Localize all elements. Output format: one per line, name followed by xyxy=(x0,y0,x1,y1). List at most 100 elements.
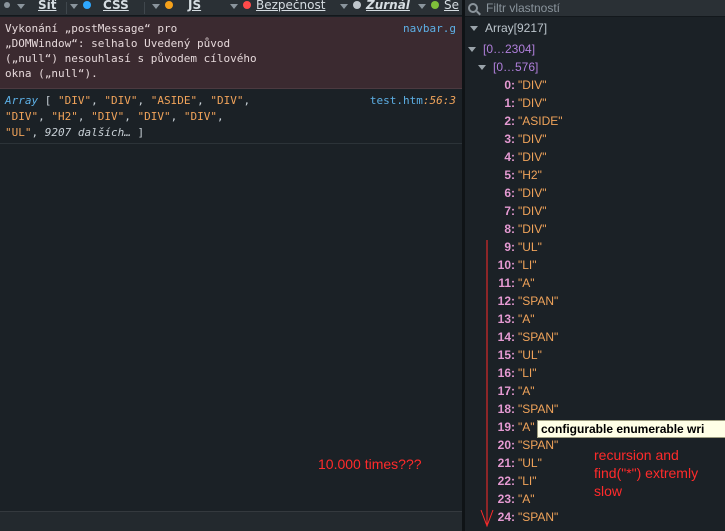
logging-icon xyxy=(353,1,361,9)
tab-css[interactable]: CSS xyxy=(70,0,129,12)
annotation-recursion: recursion and find("*") extremly slow xyxy=(594,447,699,499)
more-items-label[interactable]: 9207 dalších… xyxy=(45,126,131,139)
chevron-down-icon xyxy=(152,3,160,9)
tab-security[interactable]: Bezpečnost xyxy=(230,0,325,12)
array-item: "ASIDE" xyxy=(150,94,198,107)
toolbar-separator xyxy=(66,2,67,14)
expand-twisty-icon xyxy=(470,26,478,32)
log-source-file: test.htm xyxy=(369,94,423,107)
tree-range-node[interactable]: [0…2304] xyxy=(468,40,535,58)
property-row[interactable]: 23: "A" xyxy=(465,490,535,508)
property-value: "A" xyxy=(518,384,535,398)
property-row[interactable]: 22: "LI" xyxy=(465,472,537,490)
property-value: "H2" xyxy=(518,168,542,182)
log-source-link[interactable]: test.htm:56:3 xyxy=(370,93,456,109)
property-value: "SPAN" xyxy=(518,330,559,344)
property-value: "DIV" xyxy=(518,150,547,164)
console-log-message[interactable]: test.htm:56:3 Array [ "DIV", "DIV", "ASI… xyxy=(0,90,462,144)
array-item: "DIV" xyxy=(137,110,171,123)
expand-twisty-icon xyxy=(478,65,486,71)
array-item: "DIV" xyxy=(210,94,244,107)
property-row[interactable]: 11: "A" xyxy=(465,274,534,292)
property-value: "DIV" xyxy=(518,132,547,146)
chevron-down-icon xyxy=(70,3,78,9)
property-row[interactable]: 17: "A" xyxy=(465,382,535,400)
security-icon xyxy=(243,1,251,9)
log-source-line: :56:3 xyxy=(422,94,456,107)
property-value: "UL" xyxy=(518,456,542,470)
property-row[interactable]: 6: "DIV" xyxy=(465,184,547,202)
property-index: 2: xyxy=(504,114,515,128)
tab-label: CSS xyxy=(103,0,129,12)
property-row[interactable]: 19: "A" xyxy=(465,418,535,436)
property-row[interactable]: 10: "LI" xyxy=(465,256,537,274)
console-error-message: navbar.g Vykonání „postMessage“ pro „DOM… xyxy=(0,17,462,89)
property-row[interactable]: 7: "DIV" xyxy=(465,202,547,220)
tab-label: Se xyxy=(444,0,459,12)
tab-js[interactable]: JS xyxy=(152,0,201,12)
error-line: Vykonání „postMessage“ pro xyxy=(5,22,178,35)
property-value: "UL" xyxy=(518,348,542,362)
property-value: "DIV" xyxy=(518,96,547,110)
property-value: "A" xyxy=(518,420,535,434)
property-value: "SPAN" xyxy=(518,438,559,452)
property-row[interactable]: 4: "DIV" xyxy=(465,148,547,166)
property-value: "A" xyxy=(518,312,535,326)
array-item: "DIV" xyxy=(104,94,138,107)
chevron-down-icon xyxy=(17,3,25,9)
chevron-down-icon xyxy=(230,3,238,9)
property-row[interactable]: 3: "DIV" xyxy=(465,130,547,148)
error-source-link[interactable]: navbar.g xyxy=(403,21,456,36)
tab-label: Žurnál xyxy=(366,0,410,12)
range-label: [0…576] xyxy=(493,60,539,74)
chevron-down-icon xyxy=(340,3,348,9)
error-line: („null“) nesouhlasí s původem cílového xyxy=(5,52,257,65)
server-icon xyxy=(431,1,439,9)
array-item: "DIV" xyxy=(91,110,125,123)
property-value: "DIV" xyxy=(518,204,547,218)
property-row[interactable]: 5: "H2" xyxy=(465,166,542,184)
property-row[interactable]: 9: "UL" xyxy=(465,238,542,256)
property-value: "DIV" xyxy=(518,222,547,236)
array-item: "UL" xyxy=(5,126,32,139)
property-value: "LI" xyxy=(518,258,537,272)
property-row[interactable]: 8: "DIV" xyxy=(465,220,547,238)
property-index: 7: xyxy=(504,204,515,218)
property-row[interactable]: 13: "A" xyxy=(465,310,535,328)
array-item: "DIV" xyxy=(58,94,92,107)
array-item: "H2" xyxy=(51,110,78,123)
log-line: "UL", 9207 dalších… ] xyxy=(5,126,145,139)
property-tooltip: configurable enumerable wri xyxy=(537,420,725,438)
toolbar-separator xyxy=(144,2,145,14)
tab-server[interactable]: Se xyxy=(418,0,459,12)
property-value: "SPAN" xyxy=(518,510,559,524)
css-icon xyxy=(83,1,91,9)
property-index: 6: xyxy=(504,186,515,200)
tree-range-node[interactable]: [0…576] xyxy=(478,58,538,76)
filter-properties-input[interactable] xyxy=(486,1,706,15)
property-row[interactable]: 16: "LI" xyxy=(465,364,537,382)
console-command-line[interactable] xyxy=(0,511,462,531)
annotation-arrow xyxy=(480,240,494,528)
property-row[interactable]: 1: "DIV" xyxy=(465,94,547,112)
property-row[interactable]: 21: "UL" xyxy=(465,454,542,472)
tree-root[interactable]: Array[9217] xyxy=(470,19,547,37)
property-index: 4: xyxy=(504,150,515,164)
tab-logging[interactable]: Žurnál xyxy=(340,0,410,12)
property-value: "SPAN" xyxy=(518,402,559,416)
tab-network[interactable]: Síť xyxy=(4,0,57,12)
property-row[interactable]: 2: "ASIDE" xyxy=(465,112,563,130)
property-index: 1: xyxy=(504,96,515,110)
expand-twisty-icon xyxy=(468,47,476,53)
network-dot-icon xyxy=(4,2,10,8)
property-value: "LI" xyxy=(518,366,537,380)
array-keyword[interactable]: Array xyxy=(5,94,38,107)
array-item: "DIV" xyxy=(5,110,39,123)
console-output: navbar.g Vykonání „postMessage“ pro „DOM… xyxy=(0,16,462,511)
tab-label: Bezpečnost xyxy=(256,0,326,12)
property-row[interactable]: 15: "UL" xyxy=(465,346,542,364)
property-value: "DIV" xyxy=(518,186,547,200)
property-row[interactable]: 0: "DIV" xyxy=(465,76,546,94)
property-value: "A" xyxy=(518,492,535,506)
property-value: "ASIDE" xyxy=(518,114,563,128)
